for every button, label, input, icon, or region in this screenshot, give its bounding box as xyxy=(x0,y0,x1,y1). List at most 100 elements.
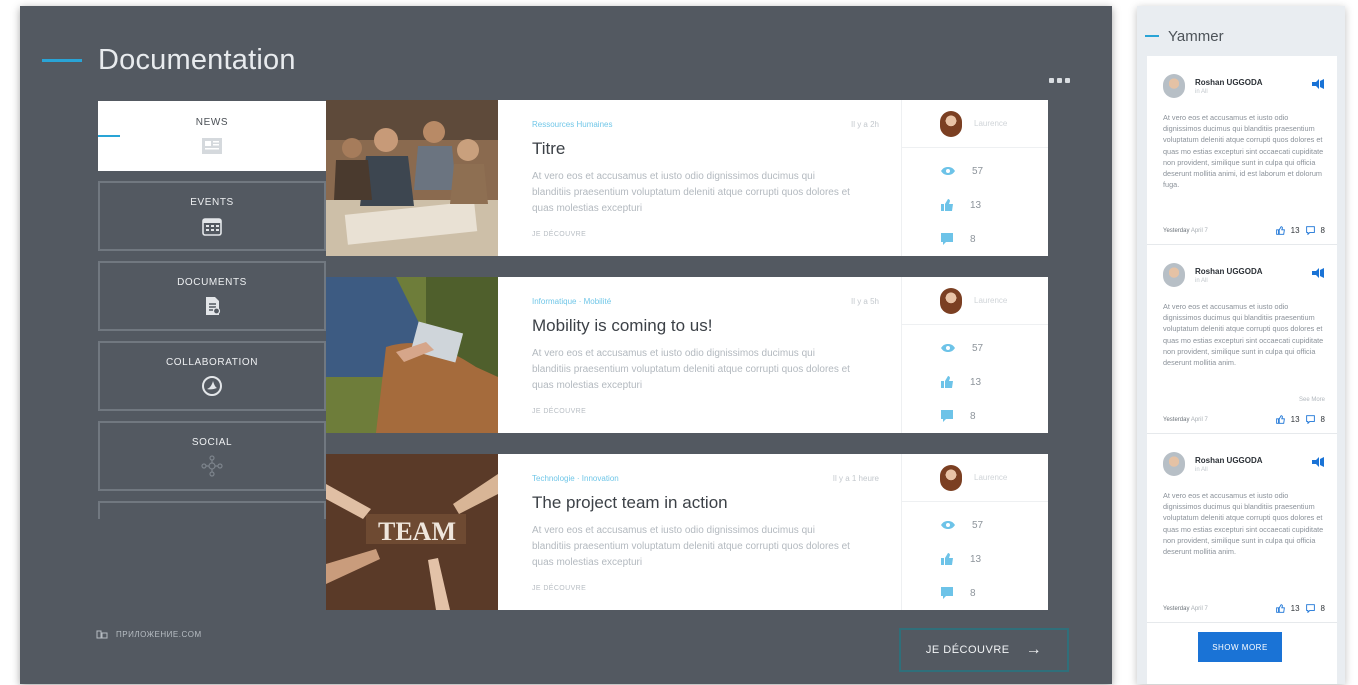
comment-icon xyxy=(941,587,953,599)
read-more-link[interactable]: JE DÉCOUVRE xyxy=(532,408,881,415)
news-title[interactable]: Mobility is coming to us! xyxy=(532,316,881,336)
post-group[interactable]: in All xyxy=(1195,467,1263,473)
author-name: Laurence xyxy=(974,119,1008,128)
news-time: Il y a 2h xyxy=(850,120,879,129)
news-card[interactable]: Informatique · Mobilité Il y a 5h Mobili… xyxy=(326,277,1048,433)
views-stat: 57 xyxy=(902,154,1048,188)
more-dots-icon[interactable] xyxy=(1049,78,1070,83)
category-nav: NEWS EVENTS DOCUMENTS COLLABORATION SOCI… xyxy=(98,101,328,519)
news-card[interactable]: Ressources Humaines Il y a 2h Titre At v… xyxy=(326,100,1048,256)
thumbs-up-icon[interactable] xyxy=(1275,226,1285,235)
arrow-right-icon: → xyxy=(1025,641,1043,658)
social-icon xyxy=(201,454,223,477)
nav-item-news[interactable]: NEWS xyxy=(98,101,326,171)
document-icon xyxy=(201,296,223,316)
author-name: Laurence xyxy=(974,296,1008,305)
comment-icon[interactable] xyxy=(1305,415,1315,424)
post-author[interactable]: Roshan UGGODA xyxy=(1195,78,1263,87)
news-icon xyxy=(201,136,223,156)
nav-item-documents[interactable]: DOCUMENTS xyxy=(98,261,326,331)
page-title: Documentation xyxy=(98,44,296,76)
news-body: Informatique · Mobilité Il y a 5h Mobili… xyxy=(498,277,902,433)
comment-icon xyxy=(941,410,953,422)
comment-icon xyxy=(941,233,953,245)
news-title[interactable]: Titre xyxy=(532,139,881,159)
views-stat: 57 xyxy=(902,508,1048,542)
post-author[interactable]: Roshan UGGODA xyxy=(1195,456,1263,465)
comments-count: 8 xyxy=(1320,226,1325,235)
yammer-post: Roshan UGGODA in All At vero eos et accu… xyxy=(1147,434,1337,623)
read-more-link[interactable]: JE DÉCOUVRE xyxy=(532,231,881,238)
eye-icon xyxy=(941,167,955,175)
news-category[interactable]: Informatique · Mobilité xyxy=(532,297,881,306)
post-author[interactable]: Roshan UGGODA xyxy=(1195,267,1263,276)
news-time: Il y a 1 heure xyxy=(832,474,879,483)
thumbs-up-icon xyxy=(941,553,953,565)
eye-icon xyxy=(941,521,955,529)
avatar[interactable] xyxy=(1163,263,1185,287)
comment-icon[interactable] xyxy=(1305,604,1315,613)
avatar xyxy=(940,464,962,491)
news-excerpt: At vero eos et accusamus et iusto odio d… xyxy=(532,348,850,391)
post-date: Yesterday April 7 xyxy=(1163,416,1208,423)
nav-item-more[interactable] xyxy=(98,501,326,519)
thumbs-up-icon xyxy=(941,376,953,388)
svg-text:TEAM: TEAM xyxy=(378,517,456,546)
author: Laurence xyxy=(902,100,1048,148)
yammer-icon xyxy=(1312,268,1324,278)
thumbs-up-icon[interactable] xyxy=(1275,604,1285,613)
yammer-post: Roshan UGGODA in All At vero eos et accu… xyxy=(1147,245,1337,434)
page-header: Documentation xyxy=(42,44,296,77)
news-image xyxy=(326,277,498,433)
post-date: Yesterday April 7 xyxy=(1163,605,1208,612)
avatar[interactable] xyxy=(1163,74,1185,98)
post-text: At vero eos et accusamus et iusto odio d… xyxy=(1163,113,1324,190)
yammer-icon xyxy=(1312,457,1324,467)
news-category[interactable]: Ressources Humaines xyxy=(532,120,881,129)
nav-item-events[interactable]: EVENTS xyxy=(98,181,326,251)
yammer-post: Roshan UGGODA in All At vero eos et accu… xyxy=(1147,56,1337,245)
likes-stat[interactable]: 13 xyxy=(902,365,1048,399)
comments-stat[interactable]: 8 xyxy=(902,399,1048,433)
likes-count: 13 xyxy=(970,376,982,388)
news-meta: Laurence 57 13 8 xyxy=(902,454,1048,610)
nav-item-label: SOCIAL xyxy=(191,436,233,448)
comments-count: 8 xyxy=(970,587,976,599)
footer-site-link[interactable]: ПРИЛОЖЕНИЕ.COM xyxy=(96,629,202,639)
news-image xyxy=(326,100,498,256)
author: Laurence xyxy=(902,277,1048,325)
post-group[interactable]: in All xyxy=(1195,89,1263,95)
comment-icon[interactable] xyxy=(1305,226,1315,235)
news-category[interactable]: Technologie · Innovation xyxy=(532,474,881,483)
news-title[interactable]: The project team in action xyxy=(532,493,881,513)
likes-count: 13 xyxy=(970,199,982,211)
likes-stat[interactable]: 13 xyxy=(902,542,1048,576)
thumbs-up-icon[interactable] xyxy=(1275,415,1285,424)
news-body: Ressources Humaines Il y a 2h Titre At v… xyxy=(498,100,902,256)
views-count: 57 xyxy=(972,342,984,354)
nav-item-label: DOCUMENTS xyxy=(177,276,247,288)
see-more-link[interactable]: See More xyxy=(1299,397,1325,403)
nav-item-collaboration[interactable]: COLLABORATION xyxy=(98,341,326,411)
news-meta: Laurence 57 13 8 xyxy=(902,100,1048,256)
avatar[interactable] xyxy=(1163,452,1185,476)
author-name: Laurence xyxy=(974,473,1008,482)
author: Laurence xyxy=(902,454,1048,502)
news-excerpt: At vero eos et accusamus et iusto odio d… xyxy=(532,525,850,568)
comments-stat[interactable]: 8 xyxy=(902,222,1048,256)
show-more-button[interactable]: SHOW MORE xyxy=(1198,632,1282,662)
read-more-link[interactable]: JE DÉCOUVRE xyxy=(532,585,881,592)
discover-button[interactable]: JE DÉCOUVRE → xyxy=(899,628,1069,672)
comments-count: 8 xyxy=(970,410,976,422)
views-stat: 57 xyxy=(902,331,1048,365)
nav-item-social[interactable]: SOCIAL xyxy=(98,421,326,491)
likes-stat[interactable]: 13 xyxy=(902,188,1048,222)
news-image: TEAM xyxy=(326,454,498,610)
likes-count: 13 xyxy=(1290,604,1300,613)
post-group[interactable]: in All xyxy=(1195,278,1263,284)
comments-stat[interactable]: 8 xyxy=(902,576,1048,610)
news-body: Technologie · Innovation Il y a 1 heure … xyxy=(498,454,902,610)
footer-label: ПРИЛОЖЕНИЕ.COM xyxy=(116,629,202,639)
accent-line xyxy=(42,59,82,62)
news-card[interactable]: TEAM Technologie · Innovation Il y a 1 h… xyxy=(326,454,1048,610)
